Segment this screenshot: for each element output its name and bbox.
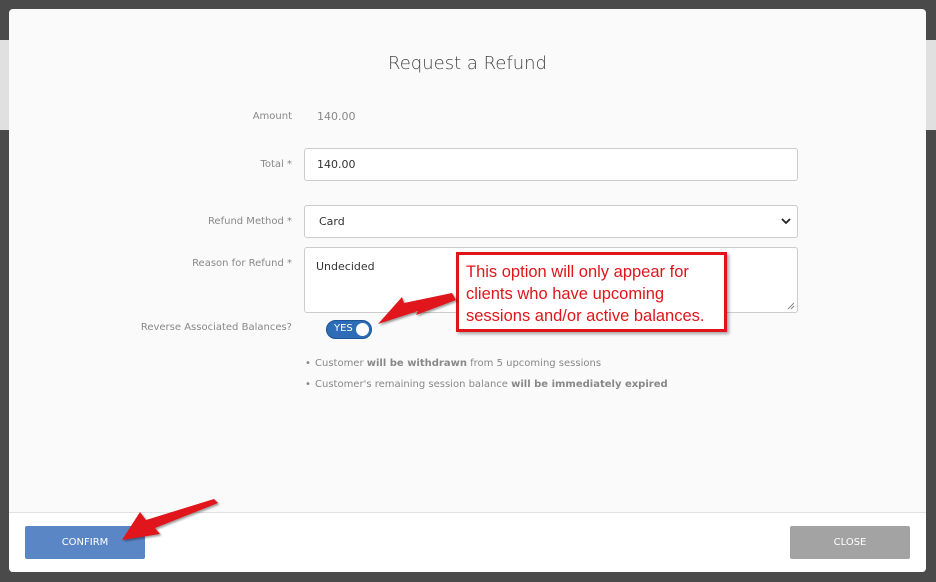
note-expired: Customer's remaining session balance wil… [305, 379, 668, 391]
note-withdrawn: Customer will be withdrawn from 5 upcomi… [305, 358, 668, 370]
chevron-down-icon [781, 218, 791, 225]
reverse-balances-toggle[interactable]: YES [326, 320, 372, 339]
amount-label: Amount [252, 111, 292, 122]
reason-value: Undecided [316, 260, 375, 273]
toggle-knob [356, 323, 369, 336]
toggle-yes-label: YES [334, 323, 353, 334]
reverse-balances-label: Reverse Associated Balances? [140, 322, 292, 333]
close-button[interactable]: CLOSE [790, 526, 910, 559]
annotation-callout: This option will only appear for clients… [456, 252, 727, 332]
modal-title: Request a Refund [388, 53, 547, 74]
total-label: Total * [260, 159, 292, 170]
resize-grip-icon[interactable] [787, 302, 795, 310]
confirm-button[interactable]: CONFIRM [25, 526, 145, 559]
refund-method-value: Card [319, 215, 345, 228]
total-input[interactable]: 140.00 [304, 148, 798, 181]
refund-method-select[interactable]: Card [304, 205, 798, 238]
consequence-notes: Customer will be withdrawn from 5 upcomi… [305, 358, 668, 400]
refund-method-label: Refund Method * [207, 216, 292, 227]
amount-value: 140.00 [317, 110, 356, 123]
modal-footer: CONFIRM CLOSE [9, 512, 926, 572]
reason-label: Reason for Refund * [192, 258, 292, 269]
